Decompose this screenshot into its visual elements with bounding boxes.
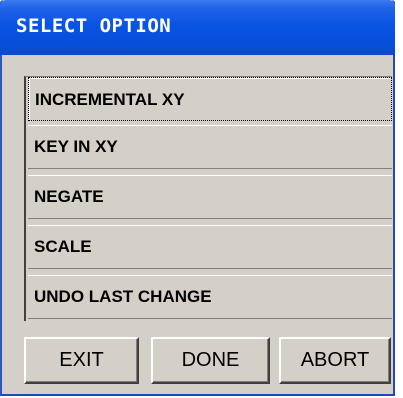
option-key-in-xy[interactable]: KEY IN XY [28, 125, 392, 169]
exit-button[interactable]: EXIT [24, 337, 139, 384]
title-bar[interactable]: SELECT OPTION [0, 0, 395, 55]
option-incremental-xy[interactable]: INCREMENTAL XY [28, 77, 392, 121]
option-list: INCREMENTAL XY KEY IN XY NEGATE SCALE UN… [24, 76, 392, 321]
option-undo-last-change[interactable]: UNDO LAST CHANGE [28, 275, 392, 319]
window-title: SELECT OPTION [16, 15, 172, 37]
abort-button[interactable]: ABORT [279, 337, 391, 384]
option-negate[interactable]: NEGATE [28, 175, 392, 219]
select-option-window: SELECT OPTION INCREMENTAL XY KEY IN XY N… [0, 0, 395, 396]
done-button[interactable]: DONE [151, 337, 270, 384]
option-scale[interactable]: SCALE [28, 225, 392, 269]
